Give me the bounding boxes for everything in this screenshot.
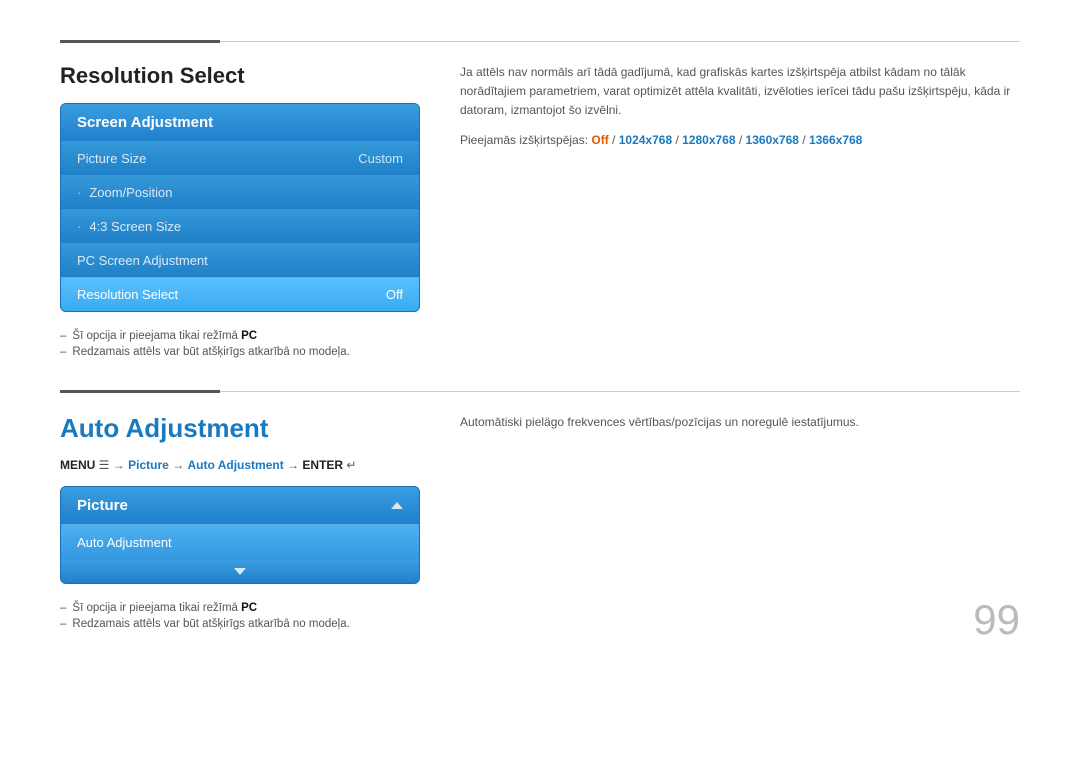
arrow3: → — [287, 458, 302, 472]
menu-item-43screen[interactable]: · 4:3 Screen Size — [61, 209, 419, 243]
menu-item-zoom[interactable]: · Zoom/Position — [61, 175, 419, 209]
screen-adjustment-panel: Screen Adjustment Picture Size Custom · … — [60, 103, 420, 312]
section1-notes: – Šī opcija ir pieejama tikai režīmā PC … — [60, 330, 420, 358]
note3: – Šī opcija ir pieejama tikai režīmā PC — [60, 602, 420, 614]
section1-left: Resolution Select Screen Adjustment Pict… — [60, 63, 420, 362]
available-resolutions: Pieejamās izšķirtspējas: Off / 1024x768 … — [460, 131, 1020, 150]
sep3: / — [736, 133, 746, 147]
note1: – Šī opcija ir pieejama tikai režīmā PC — [60, 330, 420, 342]
arrow1: → — [113, 458, 128, 472]
dash1: – — [60, 330, 66, 342]
sep4: / — [799, 133, 809, 147]
avail-sep: / — [609, 133, 619, 147]
top-divider — [60, 40, 1020, 43]
avail-1360: 1360x768 — [746, 133, 799, 147]
nav-autoadj: Auto Adjustment — [188, 458, 284, 472]
resolution-value: Off — [386, 287, 403, 302]
pc-screen-label: PC Screen Adjustment — [77, 253, 208, 268]
resolution-label: Resolution Select — [77, 287, 178, 302]
divider-dark — [60, 40, 220, 43]
43screen-label: · 4:3 Screen Size — [77, 219, 181, 234]
note3-bold: PC — [241, 602, 257, 614]
menu-nav-line: MENU ☰ → Picture → Auto Adjustment → ENT… — [60, 458, 420, 472]
section2-notes: – Šī opcija ir pieejama tikai režīmā PC … — [60, 602, 420, 630]
section2-title: Auto Adjustment — [60, 413, 420, 444]
divider-light — [220, 41, 1020, 42]
section1-right: Ja attēls nav normāls arī tādā gadījumā,… — [460, 63, 1020, 362]
section2-description: Automātiski pielägo frekvences vērtības/… — [460, 413, 1020, 432]
note4-text: Redzamais attēls var būt atšķirīgs atkar… — [72, 618, 349, 630]
dash2: – — [60, 346, 66, 358]
menu-word: MENU — [60, 458, 95, 472]
section1-layout: Resolution Select Screen Adjustment Pict… — [60, 63, 1020, 362]
section2-layout: Auto Adjustment MENU ☰ → Picture → Auto … — [60, 413, 1020, 634]
nav-picture: Picture — [128, 458, 169, 472]
dash3: – — [60, 602, 66, 614]
zoom-label: · Zoom/Position — [77, 185, 172, 200]
picture-size-value: Custom — [358, 151, 403, 166]
section2-left: Auto Adjustment MENU ☰ → Picture → Auto … — [60, 413, 420, 634]
arrow2: → — [172, 458, 187, 472]
picture-footer — [61, 560, 419, 583]
middle-divider — [60, 390, 1020, 393]
note2: – Redzamais attēls var būt atšķirīgs atk… — [60, 346, 420, 358]
bullet-icon: · — [77, 185, 81, 200]
menu-item-resolution[interactable]: Resolution Select Off — [61, 277, 419, 311]
note1-text: Šī opcija ir pieejama tikai režīmā PC — [72, 330, 257, 342]
nav-enter: ENTER — [302, 458, 343, 472]
note2-text: Redzamais attēls var būt atšķirīgs atkar… — [72, 346, 349, 358]
mid-divider-light — [220, 391, 1020, 392]
picture-size-label: Picture Size — [77, 151, 146, 166]
avail-1280: 1280x768 — [682, 133, 735, 147]
page-number: 99 — [973, 596, 1020, 644]
note4: – Redzamais attēls var būt atšķirīgs atk… — [60, 618, 420, 630]
avail-label: Pieejamās izšķirtspējas: — [460, 133, 591, 147]
bullet-icon2: · — [77, 219, 81, 234]
chevron-down-icon — [234, 568, 246, 575]
auto-adjustment-item[interactable]: Auto Adjustment — [61, 524, 419, 560]
note1-bold: PC — [241, 330, 257, 342]
menu-item-picture-size[interactable]: Picture Size Custom — [61, 141, 419, 175]
chevron-up-icon — [391, 502, 403, 509]
picture-header-label: Picture — [77, 497, 128, 514]
avail-off: Off — [591, 133, 608, 147]
dash4: – — [60, 618, 66, 630]
sep2: / — [672, 133, 682, 147]
picture-header: Picture — [61, 487, 419, 524]
mid-divider-dark — [60, 390, 220, 393]
picture-panel: Picture Auto Adjustment — [60, 486, 420, 584]
note3-text: Šī opcija ir pieejama tikai režīmā PC — [72, 602, 257, 614]
section1-description: Ja attēls nav normāls arī tādā gadījumā,… — [460, 63, 1020, 121]
auto-adjustment-label: Auto Adjustment — [77, 535, 172, 550]
section1-title: Resolution Select — [60, 63, 420, 89]
enter-icon: ↵ — [343, 458, 356, 472]
section2-right: Automātiski pielägo frekvences vērtības/… — [460, 413, 1020, 634]
panel-header: Screen Adjustment — [61, 104, 419, 141]
menu-item-pc-screen[interactable]: PC Screen Adjustment — [61, 243, 419, 277]
avail-1366: 1366x768 — [809, 133, 862, 147]
avail-1024: 1024x768 — [619, 133, 672, 147]
menu-icon: ☰ — [95, 458, 109, 472]
